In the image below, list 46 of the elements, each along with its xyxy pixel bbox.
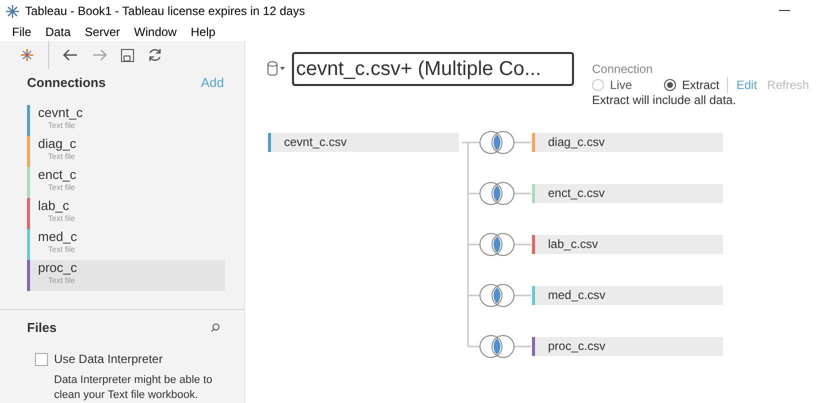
table-node[interactable]: enct_c.csv <box>532 184 723 203</box>
dropdown-caret-icon[interactable] <box>280 67 285 70</box>
back-arrow-icon[interactable] <box>63 49 78 61</box>
tableau-logo-icon[interactable] <box>20 48 34 62</box>
connector-line <box>514 294 531 296</box>
connector-line <box>514 192 531 194</box>
connection-item[interactable]: cevnt_c Text file <box>27 104 225 136</box>
inner-join-icon[interactable] <box>480 182 514 205</box>
connector-line <box>514 346 531 348</box>
connection-item[interactable]: proc_c Text file <box>27 260 225 290</box>
checkbox[interactable] <box>35 352 48 366</box>
section-heading: Files <box>27 318 57 336</box>
radio-option[interactable]: Extract <box>664 78 720 92</box>
database-icon <box>267 61 278 76</box>
section-heading: Connections <box>27 74 106 92</box>
menu-item[interactable]: File <box>12 22 32 40</box>
extract-note: Extract will include all data. <box>592 93 738 108</box>
inner-join-icon[interactable] <box>480 131 514 154</box>
inner-join-icon[interactable] <box>480 335 514 358</box>
connector-line <box>514 142 531 144</box>
connector-line <box>514 244 531 246</box>
forward-arrow-icon[interactable] <box>92 49 107 61</box>
menu-item[interactable]: Window <box>134 22 177 40</box>
menu-item[interactable]: Data <box>45 22 71 40</box>
table-node[interactable]: cevnt_c.csv <box>268 133 459 152</box>
inner-join-icon[interactable] <box>480 233 514 256</box>
save-icon[interactable] <box>121 48 134 62</box>
connection-item[interactable]: enct_c Text file <box>27 166 225 198</box>
search-icon[interactable] <box>211 322 220 332</box>
table-node[interactable]: diag_c.csv <box>532 133 723 152</box>
description-text: Data Interpreter might be able to clean your Text file workbook. <box>54 373 214 403</box>
checkbox-label: Use Data Interpreter <box>54 351 163 368</box>
menu-item[interactable]: Server <box>84 22 120 40</box>
connection-item[interactable]: diag_c Text file <box>27 136 225 166</box>
table-node[interactable]: lab_c.csv <box>532 235 723 254</box>
menu-item[interactable]: Help <box>190 22 216 40</box>
data-source-name-field[interactable]: cevnt_c.csv+ (Multiple Co... <box>292 52 574 86</box>
table-node[interactable]: proc_c.csv <box>532 337 723 356</box>
connection-item[interactable]: lab_c Text file <box>27 198 225 228</box>
app-logo-icon <box>6 4 19 18</box>
refresh-icon[interactable] <box>148 48 162 62</box>
inner-join-icon[interactable] <box>480 284 514 307</box>
radio-option[interactable]: Live <box>592 78 664 92</box>
connection-label: Connection <box>592 62 654 77</box>
window-title: Tableau - Book1 - Tableau license expires in 12 days <box>25 3 305 20</box>
table-node[interactable]: med_c.csv <box>532 286 723 305</box>
